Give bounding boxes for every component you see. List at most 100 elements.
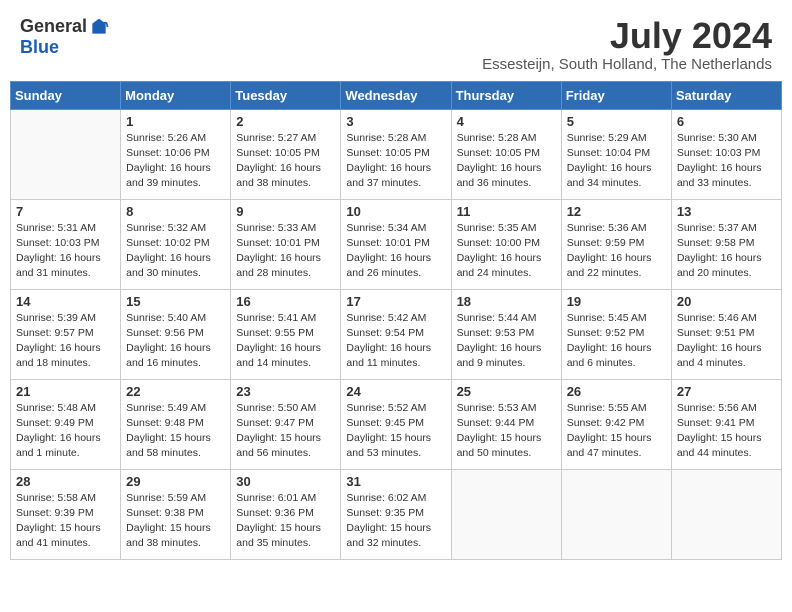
day-number: 16 <box>236 294 335 309</box>
calendar-cell: 1 Sunrise: 5:26 AMSunset: 10:06 PMDayligh… <box>121 109 231 199</box>
day-number: 15 <box>126 294 225 309</box>
calendar-cell <box>561 469 671 559</box>
day-info: Sunrise: 5:59 AMSunset: 9:38 PMDaylight:… <box>126 491 225 552</box>
day-number: 28 <box>16 474 115 489</box>
day-info: Sunrise: 5:33 AMSunset: 10:01 PMDaylight… <box>236 221 335 282</box>
day-number: 23 <box>236 384 335 399</box>
day-number: 2 <box>236 114 335 129</box>
day-number: 26 <box>567 384 666 399</box>
weekday-header-wednesday: Wednesday <box>341 81 451 109</box>
day-number: 31 <box>346 474 445 489</box>
day-info: Sunrise: 5:45 AMSunset: 9:52 PMDaylight:… <box>567 311 666 372</box>
day-info: Sunrise: 5:36 AMSunset: 9:59 PMDaylight:… <box>567 221 666 282</box>
day-number: 21 <box>16 384 115 399</box>
logo-general-text: General <box>20 16 87 37</box>
calendar-cell: 20 Sunrise: 5:46 AMSunset: 9:51 PMDayligh… <box>671 289 781 379</box>
day-number: 7 <box>16 204 115 219</box>
calendar-cell: 3Sunrise: 5:28 AMSunset: 10:05 PMDayligh… <box>341 109 451 199</box>
day-number: 4 <box>457 114 556 129</box>
weekday-header-thursday: Thursday <box>451 81 561 109</box>
day-info: Sunrise: 5:42 AMSunset: 9:54 PMDaylight:… <box>346 311 445 372</box>
day-number: 19 <box>567 294 666 309</box>
day-number: 8 <box>126 204 225 219</box>
day-info: Sunrise: 6:02 AMSunset: 9:35 PMDaylight:… <box>346 491 445 552</box>
calendar-cell: 27Sunrise: 5:56 AMSunset: 9:41 PMDayligh… <box>671 379 781 469</box>
page-header: General Blue July 2024 Essesteijn, South… <box>0 0 792 81</box>
calendar-week-row: 21 Sunrise: 5:48 AMSunset: 9:49 PMDayligh… <box>11 379 782 469</box>
location-subtitle: Essesteijn, South Holland, The Netherlan… <box>482 56 772 73</box>
day-info: Sunrise: 6:01 AMSunset: 9:36 PMDaylight:… <box>236 491 335 552</box>
day-number: 22 <box>126 384 225 399</box>
day-info: Sunrise: 5:50 AMSunset: 9:47 PMDaylight:… <box>236 401 335 462</box>
calendar-cell: 13 Sunrise: 5:37 AMSunset: 9:58 PMDayligh… <box>671 199 781 289</box>
day-info: Sunrise: 5:44 AMSunset: 9:53 PMDaylight:… <box>457 311 556 372</box>
weekday-header-friday: Friday <box>561 81 671 109</box>
weekday-header-sunday: Sunday <box>11 81 121 109</box>
day-number: 17 <box>346 294 445 309</box>
calendar-week-row: 1 Sunrise: 5:26 AMSunset: 10:06 PMDayligh… <box>11 109 782 199</box>
calendar-cell: 23 Sunrise: 5:50 AMSunset: 9:47 PMDayligh… <box>231 379 341 469</box>
calendar-cell <box>11 109 121 199</box>
calendar-cell: 8 Sunrise: 5:32 AMSunset: 10:02 PMDayligh… <box>121 199 231 289</box>
day-info: Sunrise: 5:26 AMSunset: 10:06 PMDaylight… <box>126 131 225 192</box>
calendar-cell: 2 Sunrise: 5:27 AMSunset: 10:05 PMDayligh… <box>231 109 341 199</box>
title-section: July 2024 Essesteijn, South Holland, The… <box>482 16 772 73</box>
logo: General Blue <box>20 16 109 58</box>
day-info: Sunrise: 5:37 AMSunset: 9:58 PMDaylight:… <box>677 221 776 282</box>
day-number: 18 <box>457 294 556 309</box>
day-number: 12 <box>567 204 666 219</box>
calendar-cell: 9 Sunrise: 5:33 AMSunset: 10:01 PMDayligh… <box>231 199 341 289</box>
day-info: Sunrise: 5:46 AMSunset: 9:51 PMDaylight:… <box>677 311 776 372</box>
calendar-cell: 4 Sunrise: 5:28 AMSunset: 10:05 PMDayligh… <box>451 109 561 199</box>
day-info: Sunrise: 5:48 AMSunset: 9:49 PMDaylight:… <box>16 401 115 462</box>
calendar-cell: 5 Sunrise: 5:29 AMSunset: 10:04 PMDayligh… <box>561 109 671 199</box>
day-number: 13 <box>677 204 776 219</box>
day-info: Sunrise: 5:49 AMSunset: 9:48 PMDaylight:… <box>126 401 225 462</box>
calendar-table: SundayMondayTuesdayWednesdayThursdayFrid… <box>10 81 782 560</box>
day-number: 1 <box>126 114 225 129</box>
calendar-cell: 24Sunrise: 5:52 AMSunset: 9:45 PMDayligh… <box>341 379 451 469</box>
day-info: Sunrise: 5:39 AMSunset: 9:57 PMDaylight:… <box>16 311 115 372</box>
calendar-cell: 15 Sunrise: 5:40 AMSunset: 9:56 PMDayligh… <box>121 289 231 379</box>
weekday-header-row: SundayMondayTuesdayWednesdayThursdayFrid… <box>11 81 782 109</box>
day-info: Sunrise: 5:28 AMSunset: 10:05 PMDaylight… <box>457 131 556 192</box>
day-number: 14 <box>16 294 115 309</box>
day-info: Sunrise: 5:55 AMSunset: 9:42 PMDaylight:… <box>567 401 666 462</box>
calendar-cell: 29 Sunrise: 5:59 AMSunset: 9:38 PMDayligh… <box>121 469 231 559</box>
day-number: 5 <box>567 114 666 129</box>
day-info: Sunrise: 5:58 AMSunset: 9:39 PMDaylight:… <box>16 491 115 552</box>
weekday-header-tuesday: Tuesday <box>231 81 341 109</box>
day-number: 9 <box>236 204 335 219</box>
day-info: Sunrise: 5:56 AMSunset: 9:41 PMDaylight:… <box>677 401 776 462</box>
day-info: Sunrise: 5:29 AMSunset: 10:04 PMDaylight… <box>567 131 666 192</box>
day-info: Sunrise: 5:40 AMSunset: 9:56 PMDaylight:… <box>126 311 225 372</box>
calendar-cell <box>451 469 561 559</box>
day-info: Sunrise: 5:52 AMSunset: 9:45 PMDaylight:… <box>346 401 445 462</box>
calendar-cell: 16 Sunrise: 5:41 AMSunset: 9:55 PMDayligh… <box>231 289 341 379</box>
calendar-week-row: 14 Sunrise: 5:39 AMSunset: 9:57 PMDayligh… <box>11 289 782 379</box>
calendar-cell: 25Sunrise: 5:53 AMSunset: 9:44 PMDayligh… <box>451 379 561 469</box>
day-number: 25 <box>457 384 556 399</box>
calendar-cell: 7Sunrise: 5:31 AMSunset: 10:03 PMDayligh… <box>11 199 121 289</box>
calendar-cell: 26 Sunrise: 5:55 AMSunset: 9:42 PMDayligh… <box>561 379 671 469</box>
day-info: Sunrise: 5:41 AMSunset: 9:55 PMDaylight:… <box>236 311 335 372</box>
day-number: 20 <box>677 294 776 309</box>
logo-blue-text: Blue <box>20 37 59 58</box>
calendar-cell: 28 Sunrise: 5:58 AMSunset: 9:39 PMDayligh… <box>11 469 121 559</box>
calendar-cell: 30 Sunrise: 6:01 AMSunset: 9:36 PMDayligh… <box>231 469 341 559</box>
weekday-header-saturday: Saturday <box>671 81 781 109</box>
day-info: Sunrise: 5:30 AMSunset: 10:03 PMDaylight… <box>677 131 776 192</box>
calendar-cell: 6Sunrise: 5:30 AMSunset: 10:03 PMDayligh… <box>671 109 781 199</box>
day-info: Sunrise: 5:27 AMSunset: 10:05 PMDaylight… <box>236 131 335 192</box>
month-year-title: July 2024 <box>482 16 772 56</box>
calendar-cell: 10 Sunrise: 5:34 AMSunset: 10:01 PMDaylig… <box>341 199 451 289</box>
calendar-cell: 22 Sunrise: 5:49 AMSunset: 9:48 PMDayligh… <box>121 379 231 469</box>
day-number: 29 <box>126 474 225 489</box>
calendar-cell: 19 Sunrise: 5:45 AMSunset: 9:52 PMDayligh… <box>561 289 671 379</box>
day-info: Sunrise: 5:34 AMSunset: 10:01 PMDaylight… <box>346 221 445 282</box>
day-number: 3 <box>346 114 445 129</box>
day-number: 30 <box>236 474 335 489</box>
day-info: Sunrise: 5:32 AMSunset: 10:02 PMDaylight… <box>126 221 225 282</box>
day-number: 10 <box>346 204 445 219</box>
day-info: Sunrise: 5:35 AMSunset: 10:00 PMDaylight… <box>457 221 556 282</box>
